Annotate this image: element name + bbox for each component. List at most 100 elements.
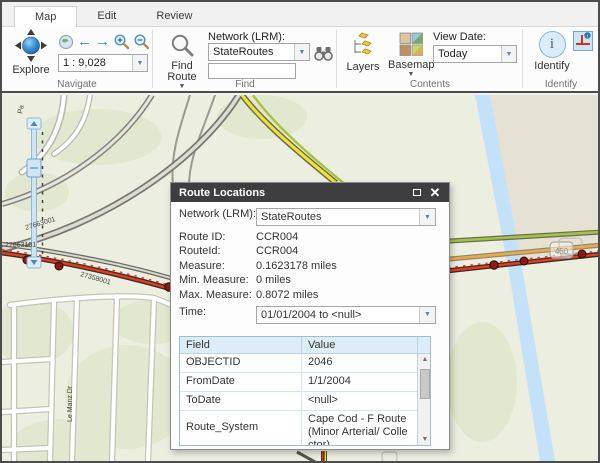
explore-button[interactable]: Explore bbox=[8, 29, 54, 76]
chevron-down-icon[interactable]: ▼ bbox=[132, 55, 147, 71]
tab-edit-label: Edit bbox=[97, 10, 117, 22]
layers-tree-icon bbox=[354, 32, 372, 55]
previous-extent-icon[interactable]: ← bbox=[77, 34, 92, 49]
field-label: Min. Measure: bbox=[179, 274, 249, 286]
chevron-down-icon[interactable]: ▼ bbox=[501, 46, 516, 62]
route-locations-dialog: Route Locations ✕ Network (LRM): StateRo… bbox=[170, 182, 450, 450]
view-date-combobox[interactable]: Today ▼ bbox=[433, 45, 517, 63]
cell-value: <null> bbox=[308, 393, 338, 406]
layers-label: Layers bbox=[346, 61, 380, 73]
cell-field: FromDate bbox=[180, 372, 302, 391]
chevron-down-icon: ▼ bbox=[407, 71, 415, 78]
identify-label: Identify bbox=[534, 60, 570, 72]
tab-map[interactable]: Map bbox=[14, 6, 78, 27]
maximize-icon bbox=[413, 189, 421, 196]
explore-label: Explore bbox=[12, 64, 50, 76]
close-button[interactable]: ✕ bbox=[427, 185, 443, 200]
field-routeid: RouteId: CCR004 bbox=[179, 245, 441, 258]
dialog-body: Network (LRM): StateRoutes ▼ Route ID: C… bbox=[171, 202, 449, 446]
ribbon-tab-bar: Map Edit Review bbox=[2, 2, 598, 27]
table-row[interactable]: OBJECTID 2046 bbox=[180, 353, 417, 373]
network-lrm-value: StateRoutes bbox=[213, 46, 274, 58]
field-route-id: Route ID: CCR004 bbox=[179, 231, 441, 244]
find-route-button[interactable]: Find Route ▼ bbox=[162, 33, 202, 90]
map-scale-value: 1 : 9,028 bbox=[63, 57, 106, 69]
table-row[interactable]: Route_System Cape Cod - F Route (Minor A… bbox=[180, 410, 417, 445]
field-label: Network (LRM): bbox=[179, 208, 257, 220]
find-route-magnifier-icon bbox=[171, 34, 193, 57]
route-search-input[interactable] bbox=[208, 63, 296, 79]
close-icon: ✕ bbox=[429, 184, 441, 200]
ribbon: Navigate Explore ← → 1: 9,028 ▼ Find Fi… bbox=[2, 26, 598, 93]
view-date-value: Today bbox=[438, 48, 468, 60]
identify-button[interactable]: i Identify bbox=[530, 31, 574, 72]
identify-route-locations-tool-icon[interactable]: i bbox=[573, 31, 593, 51]
basemap-tiles-icon bbox=[399, 32, 423, 56]
group-label-identify: Identify bbox=[544, 79, 578, 90]
identify-circle-i-icon: i bbox=[538, 31, 566, 58]
field-network: Network (LRM): StateRoutes ▼ bbox=[179, 208, 441, 229]
tab-map-label: Map bbox=[35, 11, 57, 23]
scroll-up-icon[interactable]: ▲ bbox=[418, 356, 432, 363]
network-lrm-combobox[interactable]: StateRoutes ▼ bbox=[208, 43, 310, 61]
route-number-label: 27663101 bbox=[5, 242, 36, 249]
shield-number-label: 450 bbox=[555, 247, 569, 256]
cell-value: Cape Cod - F Route (Minor Arterial/ Coll… bbox=[308, 412, 408, 445]
tab-review[interactable]: Review bbox=[136, 6, 212, 26]
field-measure: Measure: 0.1623178 miles bbox=[179, 260, 441, 273]
field-label: Max. Measure: bbox=[179, 288, 252, 301]
explore-icon bbox=[15, 29, 47, 62]
attribute-table: Field Value OBJECTID 2046 FromDate 1/1/2… bbox=[179, 335, 432, 446]
binoculars-icon[interactable] bbox=[314, 46, 333, 61]
table-scrollbar[interactable]: ▲ ▼ bbox=[417, 336, 432, 445]
basemap-label: Basemap bbox=[388, 59, 435, 71]
maximize-button[interactable] bbox=[409, 185, 425, 200]
field-max-measure: Max. Measure: 0.8072 miles bbox=[179, 289, 441, 302]
network-lrm-label: Network (LRM): bbox=[208, 31, 286, 43]
scrollbar-thumb[interactable] bbox=[420, 368, 430, 399]
app-window: Map Edit Review Navigate Explore ← → 1:… bbox=[0, 0, 600, 463]
zoom-out-icon[interactable] bbox=[133, 33, 150, 50]
column-header-field: Field bbox=[180, 336, 302, 353]
group-label-navigate: Navigate bbox=[57, 79, 97, 90]
scrollbar-header-cell bbox=[418, 336, 430, 354]
map-scale-combobox[interactable]: 1 : 9,028 ▼ bbox=[58, 54, 148, 72]
field-label: Route ID: bbox=[179, 230, 226, 243]
next-extent-icon[interactable]: → bbox=[95, 34, 110, 49]
full-extent-globe-icon[interactable] bbox=[58, 34, 74, 50]
field-value: 0.8072 miles bbox=[256, 288, 319, 301]
dialog-title-bar[interactable]: Route Locations ✕ bbox=[171, 183, 449, 202]
field-time: Time: 01/01/2004 to <null> ▼ bbox=[179, 305, 441, 327]
time-combobox[interactable]: 01/01/2004 to <null> ▼ bbox=[256, 305, 436, 324]
field-value: 0 miles bbox=[256, 274, 291, 286]
chevron-down-icon: ▼ bbox=[178, 83, 186, 90]
field-value: CCR004 bbox=[256, 230, 299, 243]
cell-field: OBJECTID bbox=[180, 353, 302, 372]
cell-value: 2046 bbox=[308, 355, 333, 368]
chevron-down-icon[interactable]: ▼ bbox=[294, 44, 309, 60]
view-date-label: View Date: bbox=[433, 31, 486, 43]
column-header-value: Value bbox=[308, 338, 336, 351]
table-row[interactable]: FromDate 1/1/2004 bbox=[180, 372, 417, 392]
dialog-title: Route Locations bbox=[179, 186, 266, 199]
basemap-button[interactable]: Basemap ▼ bbox=[388, 32, 434, 78]
field-label: RouteId: bbox=[179, 245, 221, 257]
layers-button[interactable]: Layers bbox=[342, 32, 384, 73]
scroll-down-icon[interactable]: ▼ bbox=[418, 436, 432, 443]
tab-review-label: Review bbox=[156, 10, 193, 22]
cell-field: Route_System bbox=[180, 410, 302, 445]
field-label: Time: bbox=[179, 305, 207, 318]
street-label: Le Manz Dr bbox=[67, 385, 74, 422]
group-label-contents: Contents bbox=[409, 79, 451, 90]
chevron-down-icon[interactable]: ▼ bbox=[419, 209, 435, 225]
group-separator bbox=[522, 30, 523, 88]
table-row[interactable]: ToDate <null> bbox=[180, 391, 417, 411]
network-value: StateRoutes bbox=[261, 211, 322, 223]
network-combobox[interactable]: StateRoutes ▼ bbox=[256, 208, 436, 226]
tab-edit[interactable]: Edit bbox=[77, 6, 136, 26]
table-header-row: Field Value bbox=[180, 336, 417, 354]
field-value: 0.1623178 miles bbox=[256, 259, 337, 272]
zoom-in-icon[interactable] bbox=[113, 33, 130, 50]
chevron-down-icon[interactable]: ▼ bbox=[419, 306, 435, 323]
field-label: Measure: bbox=[179, 259, 225, 272]
